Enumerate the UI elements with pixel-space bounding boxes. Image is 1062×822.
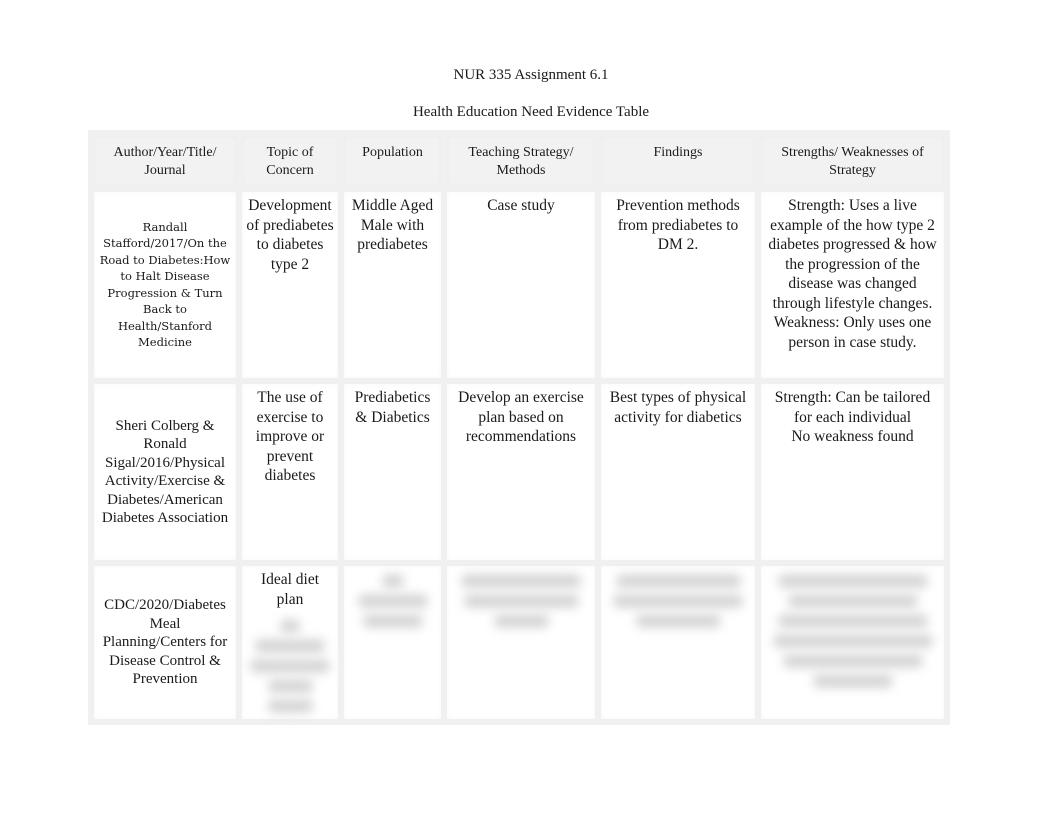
cell-population: Prediabetics & Diabetics <box>338 378 447 566</box>
document-title: NUR 335 Assignment 6.1 <box>453 67 609 83</box>
cell-findings: Best types of physical activity for diab… <box>595 378 761 566</box>
cell-strategy: Case study <box>441 186 601 384</box>
cell-author: Sheri Colberg & Ronald Sigal/2016/Physic… <box>88 378 242 566</box>
author-text: Sheri Colberg & Ronald Sigal/2016/Physic… <box>101 417 229 527</box>
weakness-text: No weakness found <box>791 428 914 445</box>
cell-author: CDC/2020/Diabetes Meal Planning/Centers … <box>88 560 242 725</box>
cell-findings: Prevention methods from prediabetes to D… <box>595 186 761 384</box>
author-text: CDC/2020/Diabetes Meal Planning/Centers … <box>102 597 228 688</box>
table-row: CDC/2020/Diabetes Meal Planning/Centers … <box>88 560 950 725</box>
table-row: Randall Stafford/2017/On the Road to Dia… <box>88 186 950 384</box>
obscured-text <box>348 574 437 628</box>
header-population: Population <box>338 130 447 192</box>
cell-strategy: Develop an exercise plan based on recomm… <box>441 378 601 566</box>
cell-author: Randall Stafford/2017/On the Road to Dia… <box>88 186 242 384</box>
cell-population: Middle Aged Male with prediabetes <box>338 186 447 384</box>
header-findings: Findings <box>595 130 761 192</box>
cell-strengths-weaknesses: Strength: Can be tailored for each indiv… <box>755 378 950 566</box>
header-author: Author/Year/Title/ Journal <box>88 130 242 192</box>
cell-findings <box>595 560 761 725</box>
table-row: Sheri Colberg & Ronald Sigal/2016/Physic… <box>88 378 950 566</box>
evidence-table: Author/Year/Title/ Journal Topic of Conc… <box>88 130 950 725</box>
topic-text: Ideal diet plan <box>260 571 320 608</box>
document-subtitle: Health Education Need Evidence Table <box>412 104 650 120</box>
obscured-text <box>765 574 940 688</box>
cell-topic: Ideal diet plan <box>236 560 344 725</box>
obscured-text <box>451 574 591 628</box>
strength-text: Strength: Can be tailored for each indiv… <box>774 389 931 426</box>
cell-topic: Development of prediabetes to diabetes t… <box>236 186 344 384</box>
cell-topic: The use of exercise to improve or preven… <box>236 378 344 566</box>
header-topic: Topic of Concern <box>236 130 344 192</box>
obscured-text <box>605 574 751 628</box>
cell-strengths-weaknesses <box>755 560 950 725</box>
cell-strengths-weaknesses: Strength: Uses a live example of the how… <box>755 186 950 384</box>
header-strengths-weaknesses: Strengths/ Weaknesses of Strategy <box>755 130 950 192</box>
header-strategy: Teaching Strategy/ Methods <box>441 130 601 192</box>
cell-strategy <box>441 560 601 725</box>
author-text: Randall Stafford/2017/On the Road to Dia… <box>99 219 231 350</box>
table-header-row: Author/Year/Title/ Journal Topic of Conc… <box>88 130 950 192</box>
obscured-text <box>246 619 334 713</box>
cell-population <box>338 560 447 725</box>
